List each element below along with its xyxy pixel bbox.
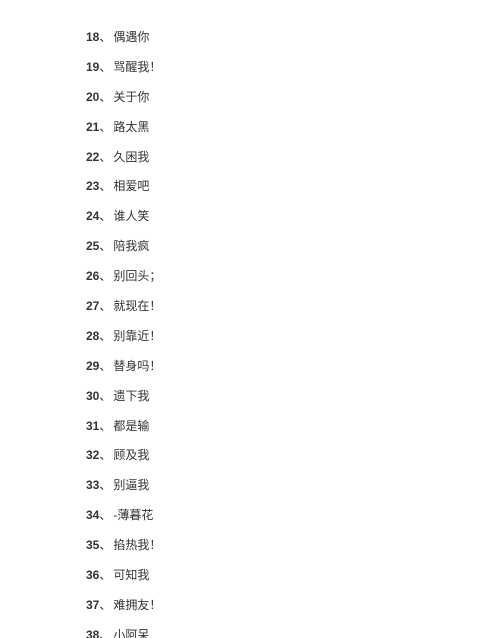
item-separator: 、 xyxy=(99,478,111,492)
item-separator: 、 xyxy=(99,419,111,433)
item-separator: 、 xyxy=(99,598,111,612)
list-item: 29、替身吗！ xyxy=(86,359,500,373)
item-number: 20 xyxy=(86,90,99,104)
item-text: 掐热我！ xyxy=(113,538,161,552)
item-text: 替身吗！ xyxy=(113,359,161,373)
item-number: 38 xyxy=(86,628,99,638)
list-item: 36、可知我 xyxy=(86,568,500,582)
list-item: 22、久困我 xyxy=(86,150,500,164)
item-separator: 、 xyxy=(99,568,111,582)
item-number: 22 xyxy=(86,150,99,164)
item-text: 就现在！ xyxy=(113,299,161,313)
item-number: 26 xyxy=(86,269,99,283)
item-number: 19 xyxy=(86,60,99,74)
item-separator: 、 xyxy=(99,269,111,283)
list-item: 34、-薄暮花 xyxy=(86,508,500,522)
item-text: 别逼我 xyxy=(113,478,149,492)
item-number: 23 xyxy=(86,179,99,193)
item-number: 30 xyxy=(86,389,99,403)
item-text: 难拥友！ xyxy=(113,598,161,612)
item-text: 可知我 xyxy=(113,568,149,582)
list-item: 20、关于你 xyxy=(86,90,500,104)
item-number: 28 xyxy=(86,329,99,343)
item-separator: 、 xyxy=(99,179,111,193)
item-text: 遗下我 xyxy=(113,389,149,403)
list-item: 38、小阿呆 xyxy=(86,628,500,638)
list-item: 33、别逼我 xyxy=(86,478,500,492)
list-item: 21、路太黑 xyxy=(86,120,500,134)
item-number: 21 xyxy=(86,120,99,134)
item-separator: 、 xyxy=(99,538,111,552)
item-number: 18 xyxy=(86,30,99,44)
item-number: 29 xyxy=(86,359,99,373)
item-separator: 、 xyxy=(99,628,111,638)
list-item: 25、陪我疯 xyxy=(86,239,500,253)
item-text: 陪我疯 xyxy=(113,239,149,253)
item-separator: 、 xyxy=(99,389,111,403)
item-separator: 、 xyxy=(99,60,111,74)
item-text: 小阿呆 xyxy=(113,628,149,638)
item-text: 谁人笑 xyxy=(113,209,149,223)
item-text: 关于你 xyxy=(113,90,149,104)
item-text: 久困我 xyxy=(113,150,149,164)
item-separator: 、 xyxy=(99,90,111,104)
list-item: 27、就现在！ xyxy=(86,299,500,313)
item-number: 31 xyxy=(86,419,99,433)
item-separator: 、 xyxy=(99,448,111,462)
item-text: 路太黑 xyxy=(113,120,149,134)
item-text: 顾及我 xyxy=(113,448,149,462)
list-item: 35、掐热我！ xyxy=(86,538,500,552)
list-item: 37、难拥友！ xyxy=(86,598,500,612)
item-separator: 、 xyxy=(99,150,111,164)
list-item: 19、骂醒我！ xyxy=(86,60,500,74)
list-item: 26、别回头； xyxy=(86,269,500,283)
item-separator: 、 xyxy=(99,120,111,134)
list-item: 31、都是输 xyxy=(86,419,500,433)
item-text: 别靠近！ xyxy=(113,329,161,343)
item-text: 都是输 xyxy=(113,419,149,433)
item-separator: 、 xyxy=(99,329,111,343)
item-number: 34 xyxy=(86,508,99,522)
item-number: 33 xyxy=(86,478,99,492)
item-number: 32 xyxy=(86,448,99,462)
item-number: 24 xyxy=(86,209,99,223)
item-text: 偶遇你 xyxy=(113,30,149,44)
list-item: 23、相爱吧 xyxy=(86,179,500,193)
item-number: 35 xyxy=(86,538,99,552)
item-separator: 、 xyxy=(99,299,111,313)
item-separator: 、 xyxy=(99,508,111,522)
item-text: 骂醒我！ xyxy=(113,60,161,74)
document-page: 18、偶遇你19、骂醒我！20、关于你21、路太黑22、久困我23、相爱吧24、… xyxy=(0,0,500,638)
item-number: 36 xyxy=(86,568,99,582)
list-item: 28、别靠近！ xyxy=(86,329,500,343)
item-text: 别回头； xyxy=(113,269,161,283)
item-separator: 、 xyxy=(99,30,111,44)
item-text: -薄暮花 xyxy=(113,508,153,522)
item-separator: 、 xyxy=(99,209,111,223)
item-separator: 、 xyxy=(99,239,111,253)
item-number: 37 xyxy=(86,598,99,612)
list-item: 24、谁人笑 xyxy=(86,209,500,223)
item-number: 27 xyxy=(86,299,99,313)
item-number: 25 xyxy=(86,239,99,253)
numbered-list: 18、偶遇你19、骂醒我！20、关于你21、路太黑22、久困我23、相爱吧24、… xyxy=(86,30,500,638)
item-separator: 、 xyxy=(99,359,111,373)
list-item: 32、顾及我 xyxy=(86,448,500,462)
list-item: 18、偶遇你 xyxy=(86,30,500,44)
list-item: 30、遗下我 xyxy=(86,389,500,403)
item-text: 相爱吧 xyxy=(113,179,149,193)
